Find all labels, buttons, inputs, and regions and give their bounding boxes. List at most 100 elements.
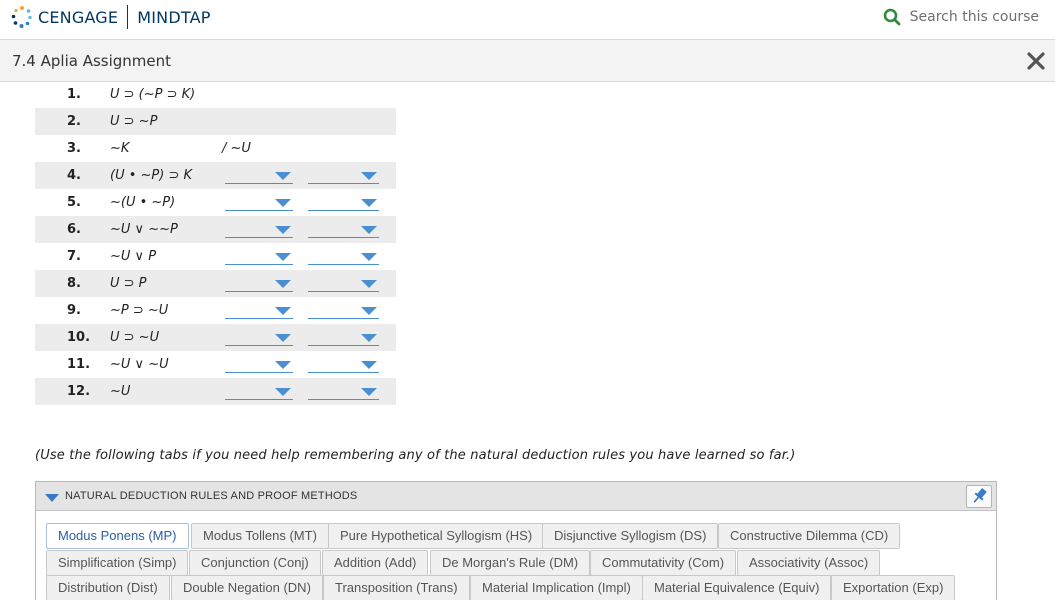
search-icon[interactable] — [883, 8, 901, 26]
rule-tab[interactable]: Associativity (Assoc) — [737, 550, 881, 576]
search-course[interactable]: Search this course — [883, 8, 1039, 26]
line-formula: U ⊃ ~U — [110, 330, 160, 345]
line-reference-dropdown[interactable] — [225, 194, 293, 211]
collapse-caret-icon[interactable] — [45, 494, 59, 502]
rule-dropdown[interactable] — [308, 302, 379, 319]
rule-dropdown[interactable] — [308, 221, 379, 238]
chevron-down-icon[interactable] — [361, 307, 377, 315]
line-reference-dropdown[interactable] — [225, 329, 293, 346]
chevron-down-icon[interactable] — [275, 226, 291, 234]
proof-line: 5. ~(U • ~P) — [35, 189, 396, 216]
rule-dropdown[interactable] — [308, 275, 379, 292]
rules-panel-title: NATURAL DEDUCTION RULES AND PROOF METHOD… — [65, 490, 358, 502]
top-bar: CENGAGE MINDTAP Search this course — [0, 0, 1055, 40]
rule-tab[interactable]: Double Negation (DN) — [171, 575, 323, 600]
rule-tab[interactable]: Commutativity (Com) — [590, 550, 737, 576]
rule-tab[interactable]: Constructive Dilemma (CD) — [718, 523, 901, 549]
line-reference-dropdown[interactable] — [225, 383, 293, 400]
line-formula: ~(U • ~P) — [110, 195, 176, 210]
line-formula: U ⊃ P — [110, 276, 147, 291]
logo-divider — [127, 5, 129, 29]
rule-tab[interactable]: Distribution (Dist) — [46, 575, 170, 600]
line-reference-dropdown[interactable] — [225, 248, 293, 265]
line-reference-dropdown[interactable] — [225, 302, 293, 319]
rule-tab[interactable]: De Morgan's Rule (DM) — [430, 550, 591, 576]
cengage-logo-icon — [10, 5, 34, 29]
rules-panel: NATURAL DEDUCTION RULES AND PROOF METHOD… — [35, 481, 997, 600]
chevron-down-icon[interactable] — [275, 253, 291, 261]
rule-tab[interactable]: Addition (Add) — [322, 550, 429, 576]
rule-tab[interactable]: Modus Tollens (MT) — [191, 523, 329, 549]
chevron-down-icon[interactable] — [275, 307, 291, 315]
line-number: 11. — [67, 357, 91, 372]
close-icon[interactable] — [1025, 50, 1047, 72]
rule-tab[interactable]: Conjunction (Conj) — [189, 550, 321, 576]
cengage-mindtap-logo[interactable]: CENGAGE MINDTAP — [10, 5, 211, 29]
rule-tab[interactable]: Transposition (Trans) — [323, 575, 470, 600]
rule-tab[interactable]: Material Implication (Impl) — [470, 575, 643, 600]
rule-dropdown[interactable] — [308, 356, 379, 373]
chevron-down-icon[interactable] — [361, 253, 377, 261]
proof-line: 2. U ⊃ ~P — [35, 108, 396, 135]
proof-line: 6. ~U ∨ ~~P — [35, 216, 396, 243]
chevron-down-icon[interactable] — [361, 199, 377, 207]
line-formula: ~K — [110, 141, 130, 156]
line-number: 10. — [67, 330, 91, 345]
proof-line: 1. U ⊃ (~P ⊃ K) — [35, 81, 396, 108]
proof-line: 8. U ⊃ P — [35, 270, 396, 297]
rules-panel-header[interactable]: NATURAL DEDUCTION RULES AND PROOF METHOD… — [36, 482, 996, 511]
line-number: 6. — [67, 222, 81, 237]
chevron-down-icon[interactable] — [275, 361, 291, 369]
line-reference-dropdown[interactable] — [225, 356, 293, 373]
line-number: 8. — [67, 276, 81, 291]
chevron-down-icon[interactable] — [275, 388, 291, 396]
proof-line: 3. ~K / ~U — [35, 135, 396, 162]
chevron-down-icon[interactable] — [275, 280, 291, 288]
chevron-down-icon[interactable] — [275, 172, 291, 180]
line-reference-dropdown[interactable] — [225, 221, 293, 238]
line-reference-dropdown[interactable] — [225, 167, 293, 184]
rule-tab[interactable]: Disjunctive Syllogism (DS) — [542, 523, 719, 549]
chevron-down-icon[interactable] — [275, 199, 291, 207]
line-formula: U ⊃ (~P ⊃ K) — [110, 87, 196, 102]
proof-line: 7. ~U ∨ P — [35, 243, 396, 270]
rule-dropdown[interactable] — [308, 194, 379, 211]
line-number: 7. — [67, 249, 81, 264]
chevron-down-icon[interactable] — [361, 361, 377, 369]
line-formula: U ⊃ ~P — [110, 114, 158, 129]
proof-line: 4. (U • ~P) ⊃ K — [35, 162, 396, 189]
line-number: 3. — [67, 141, 81, 156]
line-formula: ~P ⊃ ~U — [110, 303, 169, 318]
pin-icon[interactable] — [966, 485, 992, 508]
proof-table: 1. U ⊃ (~P ⊃ K) 2. U ⊃ ~P 3. ~K / ~U 4. (U • ~P)… — [35, 81, 396, 405]
chevron-down-icon[interactable] — [275, 334, 291, 342]
rule-dropdown[interactable] — [308, 167, 379, 184]
chevron-down-icon[interactable] — [361, 334, 377, 342]
rule-tab[interactable]: Exportation (Exp) — [831, 575, 956, 600]
chevron-down-icon[interactable] — [361, 172, 377, 180]
rule-dropdown[interactable] — [308, 329, 379, 346]
rule-tab[interactable]: Material Equivalence (Equiv) — [642, 575, 832, 600]
proof-line: 9. ~P ⊃ ~U — [35, 297, 396, 324]
line-number: 4. — [67, 168, 81, 183]
line-number: 1. — [67, 87, 81, 102]
line-number: 2. — [67, 114, 81, 129]
chevron-down-icon[interactable] — [361, 280, 377, 288]
chevron-down-icon[interactable] — [361, 226, 377, 234]
chevron-down-icon[interactable] — [361, 388, 377, 396]
brand-name: CENGAGE — [38, 7, 119, 27]
rule-tab[interactable]: Simplification (Simp) — [46, 550, 189, 576]
proof-line: 10. U ⊃ ~U — [35, 324, 396, 351]
line-formula: ~U ∨ P — [110, 249, 157, 264]
assignment-title-bar: 7.4 Aplia Assignment — [0, 40, 1055, 82]
line-reference-dropdown[interactable] — [225, 275, 293, 292]
rule-dropdown[interactable] — [308, 383, 379, 400]
line-number: 5. — [67, 195, 81, 210]
rule-dropdown[interactable] — [308, 248, 379, 265]
search-label[interactable]: Search this course — [910, 9, 1039, 25]
line-formula: ~U ∨ ~U — [110, 357, 169, 372]
rule-tab[interactable]: Modus Ponens (MP) — [46, 523, 189, 549]
proof-conclusion: / ~U — [222, 141, 251, 156]
line-formula: ~U — [110, 384, 131, 399]
rule-tab[interactable]: Pure Hypothetical Syllogism (HS) — [328, 523, 545, 549]
